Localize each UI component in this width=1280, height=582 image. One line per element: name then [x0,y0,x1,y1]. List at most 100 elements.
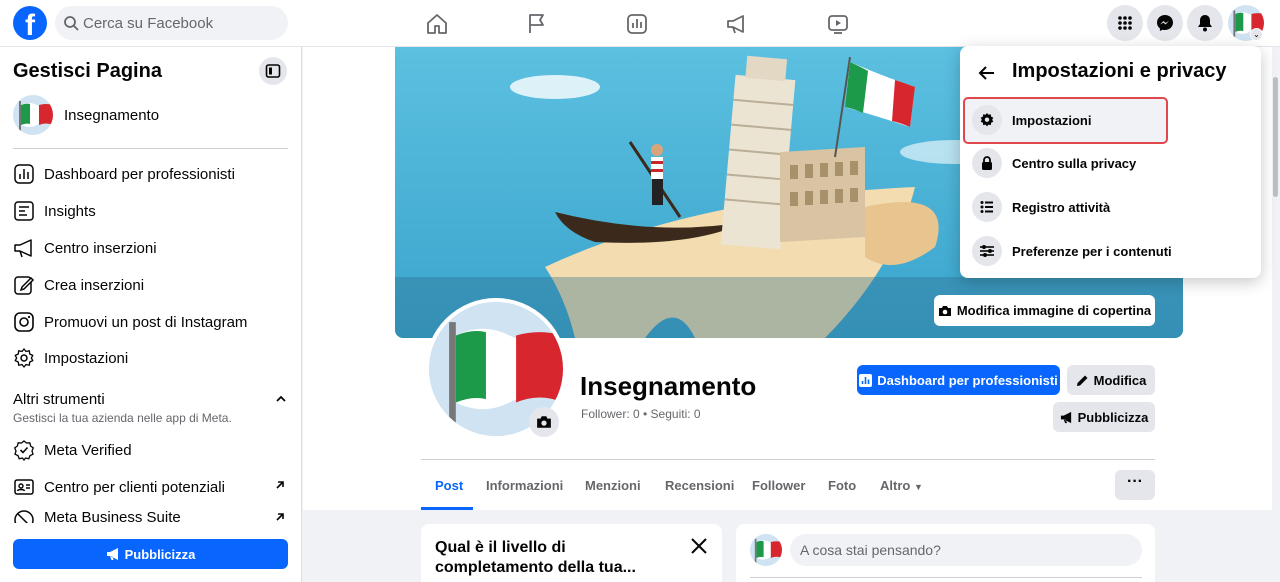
back-arrow-icon[interactable] [976,62,998,84]
update-profile-picture-button[interactable] [529,407,559,437]
tab-more[interactable]: Altro ▼ [880,478,923,493]
professional-dashboard-button[interactable]: Dashboard per professionisti [857,365,1060,395]
bell-icon [1198,15,1212,32]
page-name: Insegnamento [580,371,757,401]
profile-completion-card: Qual è il livello di completamento della… [421,524,722,582]
notifications-button[interactable] [1187,5,1223,41]
promote-page-label: Pubblicizza [1077,409,1149,425]
sidebar-item-label: Crea inserzioni [44,276,145,294]
promote-button[interactable]: Pubblicizza [13,539,288,569]
edit-page-button[interactable]: Modifica [1067,365,1155,395]
pencil-icon [1076,375,1088,386]
tools-section-title: Altri strumenti [13,391,105,408]
top-navigation-bar: f ⌄ [0,0,1280,47]
leads-icon [14,479,34,495]
tools-section-subtitle: Gestisci la tua azienda nelle app di Met… [13,411,232,425]
page-avatar [13,95,53,135]
external-link-icon [276,481,284,489]
facebook-logo-icon[interactable]: f [13,6,47,40]
tab-followers[interactable]: Follower [752,478,805,493]
menu-item-content-preferences[interactable]: Preferenze per i contenuti [972,233,1172,269]
promote-button-label: Pubblicizza [124,546,196,562]
flag-pages-icon[interactable] [525,12,549,36]
sidebar-item-label: Insights [44,202,96,220]
tab-mentions[interactable]: Menzioni [585,478,641,493]
sidebar-item-promote-instagram[interactable]: Promuovi un post di Instagram [13,307,288,337]
menu-item-label: Impostazioni [1012,112,1092,128]
collapse-sidebar-button[interactable] [259,57,287,85]
composer-avatar [750,534,782,566]
home-icon[interactable] [425,12,449,36]
sidebar-item-settings[interactable]: Impostazioni [13,343,288,373]
verified-icon [13,440,35,461]
sidebar-title: Gestisci Pagina [13,60,162,82]
dashboard-icon [859,373,873,387]
menu-item-label: Centro sulla privacy [1012,155,1137,171]
insights-icon [14,201,34,221]
search-icon [64,16,79,31]
sidebar-item-business-suite[interactable]: Meta Business Suite [13,509,288,523]
menu-item-settings[interactable]: Impostazioni [972,102,1091,138]
sidebar-item-label: Meta Verified [44,441,132,459]
sidebar-page-switcher[interactable]: Insegnamento [13,95,159,135]
camera-icon [938,305,951,316]
professional-dashboard-label: Dashboard per professionisti [877,372,1058,388]
edit-cover-label: Modifica immagine di copertina [956,303,1152,318]
megaphone-nav-icon[interactable] [725,12,749,36]
sliders-icon [972,236,1002,266]
sidebar-item-label: Centro inserzioni [44,239,157,257]
caret-down-icon: ▼ [913,482,923,492]
scrollbar-thumb[interactable] [1273,77,1278,197]
sidebar-item-leads-center[interactable]: Centro per clienti potenziali [13,472,288,502]
camera-icon [537,416,551,428]
sidebar-item-ad-center[interactable]: Centro inserzioni [13,233,288,263]
search-box[interactable] [55,6,288,40]
sidebar-item-dashboard[interactable]: Dashboard per professionisti [13,159,288,189]
tab-about[interactable]: Informazioni [486,478,563,493]
dashboard-icon [14,164,34,184]
divider [13,148,288,149]
more-options-button[interactable]: ··· [1115,470,1155,500]
menu-title: Impostazioni e privacy [1012,60,1227,82]
close-icon[interactable] [689,536,709,556]
sidebar-item-label: Dashboard per professionisti [44,165,235,183]
post-composer-card: A cosa stai pensando? [736,524,1155,582]
edit-cover-button[interactable]: Modifica immagine di copertina [934,295,1155,326]
menu-grid-button[interactable] [1107,5,1143,41]
megaphone-icon [1060,411,1071,423]
gear-icon [972,105,1002,135]
menu-item-label: Registro attività [1012,199,1111,215]
settings-privacy-menu: Impostazioni e privacy Impostazioni Cent… [960,46,1261,278]
sidebar-item-insights[interactable]: Insights [13,196,288,226]
tab-more-label: Altro [880,478,911,493]
lock-icon [972,148,1002,178]
promote-page-button[interactable]: Pubblicizza [1053,402,1155,432]
sidebar-item-create-ads[interactable]: Crea inserzioni [13,270,288,300]
tab-photos[interactable]: Foto [828,478,856,493]
gear-icon [14,348,34,368]
menu-item-privacy-center[interactable]: Centro sulla privacy [972,145,1136,181]
page-scrollbar[interactable] [1272,47,1280,582]
dashboard-nav-icon[interactable] [625,12,649,36]
external-link-icon [276,513,284,521]
composer-input[interactable]: A cosa stai pensando? [790,534,1142,566]
tab-posts[interactable]: Post [435,478,463,493]
list-icon [972,192,1002,222]
completion-card-title: Qual è il livello di completamento della… [435,539,636,576]
sidebar-item-label: Meta Business Suite [44,509,181,523]
grid-icon [1118,16,1132,30]
sidebar-item-meta-verified[interactable]: Meta Verified [13,435,288,465]
messenger-button[interactable] [1147,5,1183,41]
instagram-icon [14,312,34,332]
chevron-down-icon: ⌄ [1250,28,1263,41]
tab-reviews[interactable]: Recensioni [665,478,734,493]
sidebar-page-name: Insegnamento [64,106,160,124]
menu-item-activity-log[interactable]: Registro attività [972,189,1110,225]
sidebar-item-label: Impostazioni [44,349,129,367]
messenger-icon [1157,15,1173,31]
video-nav-icon[interactable] [826,12,850,36]
search-input[interactable] [83,14,273,32]
divider [750,577,1142,578]
divider [421,459,1155,460]
chevron-up-icon[interactable] [275,393,287,405]
